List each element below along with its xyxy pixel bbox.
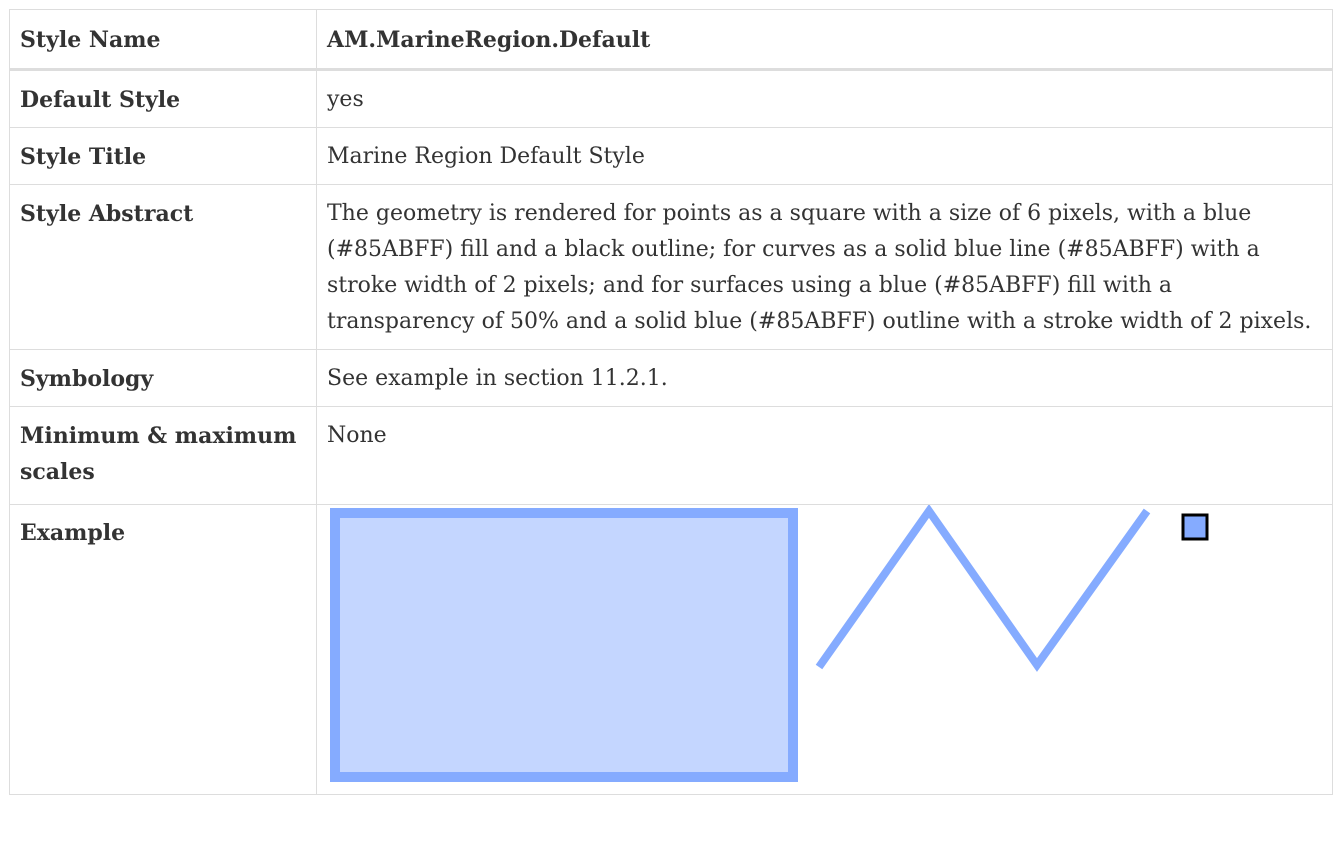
scales-row: Minimum & maximum scales None <box>9 406 1333 505</box>
scales-value: None <box>316 406 1333 505</box>
style-title-label: Style Title <box>9 127 317 185</box>
curve-line-symbol <box>815 505 1151 672</box>
style-table: Style Name AM.MarineRegion.Default Defau… <box>9 9 1333 795</box>
point-square-symbol <box>1181 513 1209 541</box>
symbology-row: Symbology See example in section 11.2.1. <box>9 349 1333 407</box>
style-name-row: Style Name AM.MarineRegion.Default <box>9 9 1333 71</box>
style-name-value: AM.MarineRegion.Default <box>316 9 1333 71</box>
surface-polygon-symbol <box>330 508 798 782</box>
example-cell <box>316 504 1333 795</box>
example-symbology <box>330 505 1209 782</box>
example-row: Example <box>9 504 1333 795</box>
default-style-value: yes <box>316 69 1333 128</box>
example-label: Example <box>9 504 317 795</box>
symbology-value: See example in section 11.2.1. <box>316 349 1333 407</box>
default-style-label: Default Style <box>9 69 317 128</box>
style-name-label: Style Name <box>9 9 317 71</box>
style-abstract-value: The geometry is rendered for points as a… <box>316 184 1333 350</box>
default-style-row: Default Style yes <box>9 69 1333 128</box>
symbology-label: Symbology <box>9 349 317 407</box>
style-title-value: Marine Region Default Style <box>316 127 1333 185</box>
scales-label: Minimum & maximum scales <box>9 406 317 505</box>
style-title-row: Style Title Marine Region Default Style <box>9 127 1333 185</box>
style-abstract-label: Style Abstract <box>9 184 317 350</box>
style-abstract-row: Style Abstract The geometry is rendered … <box>9 184 1333 350</box>
